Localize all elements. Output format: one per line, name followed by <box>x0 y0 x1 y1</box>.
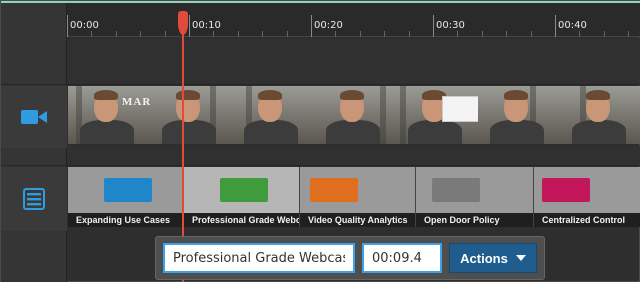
video-frame-thumbnail <box>560 86 640 144</box>
video-frame-thumbnail <box>396 86 478 144</box>
ruler-major-tick <box>311 15 312 37</box>
background-pillar <box>380 86 386 144</box>
lane-divider <box>1 165 640 166</box>
speaker-hair <box>340 90 364 100</box>
video-frame-thumbnail <box>150 86 232 144</box>
slide-label: Centralized Control <box>534 213 640 227</box>
ruler-minor-tick <box>384 31 385 37</box>
speaker-hair <box>258 90 282 100</box>
ruler-minor-tick <box>604 31 605 37</box>
video-frame-thumbnail <box>232 86 314 144</box>
video-camera-icon <box>21 110 47 124</box>
slide-label: Professional Grade Webcasting <box>184 213 299 227</box>
ruler-minor-tick <box>262 31 263 37</box>
speaker-hair <box>94 90 118 100</box>
ruler-minor-tick <box>457 31 458 37</box>
speaker-body <box>572 120 626 144</box>
ruler-minor-tick <box>140 31 141 37</box>
ruler-minor-tick <box>238 31 239 37</box>
track-gutter <box>1 3 67 282</box>
caret-down-icon <box>515 255 526 261</box>
video-track-header[interactable] <box>1 86 67 148</box>
ruler-minor-tick <box>116 31 117 37</box>
slide-clip[interactable]: Centralized Control <box>534 167 640 227</box>
ruler-minor-tick <box>213 31 214 37</box>
ruler-minor-tick <box>287 31 288 37</box>
speaker-body <box>326 120 380 144</box>
time-ruler[interactable]: 00:00 00:10 00:20 00:30 00:40 <box>67 3 640 37</box>
slide-label: Video Quality Analytics <box>300 213 415 227</box>
slide-thumbnail <box>310 178 358 202</box>
actions-dropdown-button[interactable]: Actions <box>449 243 537 273</box>
ruler-minor-tick <box>409 31 410 37</box>
speaker-body <box>162 120 216 144</box>
ruler-major-tick <box>555 15 556 37</box>
slide-edit-popup: Actions <box>155 236 545 280</box>
ruler-major-tick <box>189 15 190 37</box>
actions-button-label: Actions <box>460 250 508 266</box>
list-icon <box>23 188 45 210</box>
ruler-minor-tick <box>482 31 483 37</box>
empty-lane <box>67 146 640 165</box>
slide-thumbnail <box>220 178 268 202</box>
video-track[interactable]: MARK <box>68 86 640 144</box>
speaker-body <box>490 120 544 144</box>
speaker-body <box>408 120 462 144</box>
slides-track[interactable]: Expanding Use Cases Professional Grade W… <box>68 167 640 227</box>
ruler-minor-tick <box>628 31 629 37</box>
speaker-hair <box>586 90 610 100</box>
slides-track-header[interactable] <box>1 167 67 231</box>
video-frame-thumbnail <box>478 86 560 144</box>
slide-clip[interactable]: Open Door Policy <box>416 167 534 227</box>
ruler-minor-tick <box>531 31 532 37</box>
slide-clip[interactable]: Expanding Use Cases <box>68 167 184 227</box>
empty-lane <box>67 38 640 84</box>
slide-thumbnail <box>432 178 480 202</box>
ruler-minor-tick <box>579 31 580 37</box>
ruler-minor-tick <box>165 31 166 37</box>
slide-label: Open Door Policy <box>416 213 533 227</box>
ruler-tick-label: 00:10 <box>192 20 221 31</box>
ruler-tick-label: 00:00 <box>70 20 99 31</box>
slide-thumbnail <box>542 178 590 202</box>
slide-title-input[interactable] <box>163 243 355 273</box>
ruler-minor-tick <box>506 31 507 37</box>
speaker-hair <box>176 90 200 100</box>
video-frame-thumbnail: MARK <box>68 86 150 144</box>
timeline-editor: 00:00 00:10 00:20 00:30 00:40 MAR Expand… <box>0 0 640 282</box>
ruler-minor-tick <box>335 31 336 37</box>
slide-label: Expanding Use Cases <box>68 213 183 227</box>
ruler-major-tick <box>67 15 68 37</box>
video-frame-thumbnail <box>314 86 396 144</box>
speaker-body <box>244 120 298 144</box>
ruler-major-tick <box>433 15 434 37</box>
slide-thumbnail <box>104 178 152 202</box>
ruler-minor-tick <box>360 31 361 37</box>
ruler-minor-tick <box>91 31 92 37</box>
playhead-handle[interactable] <box>178 11 188 35</box>
slide-clip[interactable]: Video Quality Analytics <box>300 167 416 227</box>
slide-time-input[interactable] <box>362 243 442 273</box>
video-overlay-text: MARK <box>122 96 150 108</box>
speaker-hair <box>504 90 528 100</box>
ruler-tick-label: 00:40 <box>558 20 587 31</box>
lane-divider <box>1 84 640 85</box>
ruler-tick-label: 00:30 <box>436 20 465 31</box>
presentation-slide-inset <box>442 96 478 122</box>
background-pillar <box>400 86 406 144</box>
ruler-tick-label: 00:20 <box>314 20 343 31</box>
slide-clip-selected[interactable]: Professional Grade Webcasting <box>184 167 300 227</box>
speaker-body <box>80 120 134 144</box>
